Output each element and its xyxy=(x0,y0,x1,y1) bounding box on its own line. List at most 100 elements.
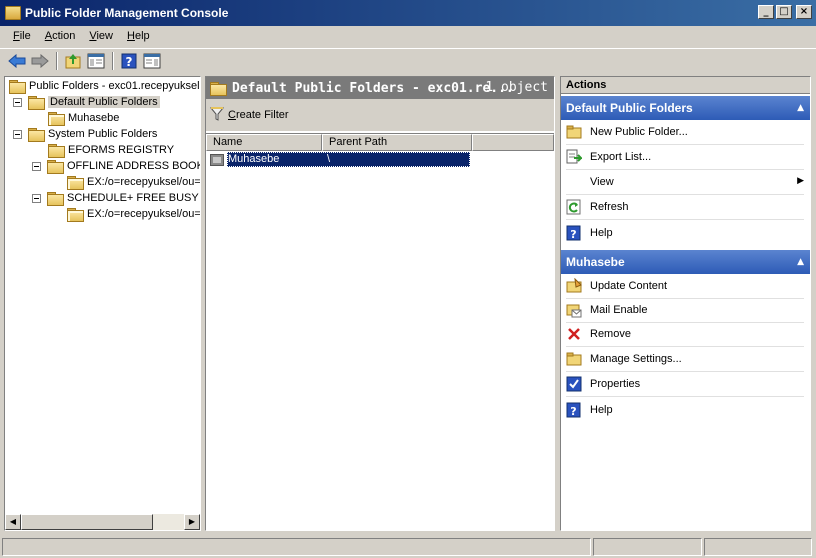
folder-list[interactable]: Name Parent Path Muhasebe \ xyxy=(206,133,554,530)
folder-icon xyxy=(48,143,65,158)
collapse-chevron-icon[interactable]: ▲ xyxy=(797,250,804,274)
action-new-public-folder[interactable]: New Public Folder... xyxy=(566,120,804,145)
action-export-list[interactable]: Export List... xyxy=(566,145,804,170)
show-hide-action-pane-icon[interactable] xyxy=(141,51,163,71)
toolbar-separator xyxy=(112,51,114,70)
public-folder-icon xyxy=(48,111,65,126)
actions-pane: Actions Default Public Folders ▲ New Pub… xyxy=(560,76,811,531)
create-filter-accel: C xyxy=(228,109,236,121)
actions-title: Actions xyxy=(561,77,810,94)
action-view[interactable]: View ▶ xyxy=(566,170,804,195)
properties-icon xyxy=(566,376,582,392)
section-title: Default Public Folders xyxy=(566,101,693,115)
action-remove[interactable]: Remove xyxy=(566,322,804,347)
tree-item-sfb-child[interactable]: EX:/o=recepyuksel/ou= xyxy=(67,206,201,222)
status-cell-3 xyxy=(704,538,812,556)
show-hide-tree-icon[interactable] xyxy=(85,51,107,71)
help-icon: ? xyxy=(566,402,582,418)
folder-icon xyxy=(28,95,45,110)
action-manage-settings[interactable]: Manage Settings... xyxy=(566,347,804,372)
action-label: Help xyxy=(590,226,613,239)
minimize-button[interactable]: _ xyxy=(758,5,774,19)
svg-text:?: ? xyxy=(570,405,576,418)
action-refresh[interactable]: Refresh xyxy=(566,195,804,220)
action-help-muhasebe[interactable]: ? Help xyxy=(566,397,804,422)
refresh-icon xyxy=(566,199,582,215)
action-properties[interactable]: Properties xyxy=(566,372,804,397)
collapse-icon[interactable] xyxy=(32,193,41,203)
collapse-chevron-icon[interactable]: ▲ xyxy=(797,96,804,120)
object-count: 1 object xyxy=(485,80,548,95)
collapse-icon[interactable] xyxy=(13,129,22,139)
tree-label: OFFLINE ADDRESS BOOK xyxy=(67,160,201,172)
column-header-name[interactable]: Name xyxy=(206,134,322,151)
action-mail-enable[interactable]: Mail Enable xyxy=(566,298,804,323)
horizontal-scrollbar[interactable]: ◀ ▶ xyxy=(5,514,200,530)
result-pane: Default Public Folders - exc01.re... 1 o… xyxy=(205,76,555,531)
status-bar xyxy=(0,536,816,558)
menu-file[interactable]: File xyxy=(6,30,38,42)
status-cell-2 xyxy=(592,538,703,556)
collapse-icon[interactable] xyxy=(32,161,41,171)
folder-icon xyxy=(47,191,64,206)
scroll-thumb[interactable] xyxy=(21,514,153,530)
window-title: Public Folder Management Console xyxy=(25,6,229,20)
menu-action-rest: ction xyxy=(52,30,76,42)
section-muhasebe[interactable]: Muhasebe ▲ xyxy=(561,250,810,274)
collapse-icon[interactable] xyxy=(13,97,22,107)
menu-action-accel: A xyxy=(44,30,53,42)
close-button[interactable]: × xyxy=(796,5,812,19)
result-pane-title: Default Public Folders - exc01.re... xyxy=(232,80,514,96)
action-label: Update Content xyxy=(590,280,668,292)
create-filter-rest: reate Filter xyxy=(235,109,289,121)
tree-item-eforms-registry[interactable]: EFORMS REGISTRY xyxy=(48,142,174,158)
action-label: View xyxy=(590,176,614,188)
action-label: Export List... xyxy=(590,151,652,163)
title-bar: Public Folder Management Console _ □ × xyxy=(0,0,816,26)
up-folder-icon[interactable] xyxy=(62,51,84,71)
back-arrow-icon[interactable] xyxy=(6,51,28,71)
scroll-right-icon[interactable]: ▶ xyxy=(184,514,200,530)
tree-item-schedule-free-busy[interactable]: SCHEDULE+ FREE BUSY xyxy=(32,190,199,206)
action-label: New Public Folder... xyxy=(590,126,688,138)
tree-label: Muhasebe xyxy=(68,112,120,124)
menu-action[interactable]: Action xyxy=(38,30,83,42)
mail-enable-icon xyxy=(566,302,582,318)
tree-item-system-public-folders[interactable]: System Public Folders xyxy=(13,126,157,142)
row-selected-cells[interactable]: Muhasebe \ xyxy=(227,152,470,167)
result-pane-header: Default Public Folders - exc01.re... 1 o… xyxy=(206,77,554,99)
action-update-content[interactable]: Update Content xyxy=(566,274,804,299)
svg-text:?: ? xyxy=(126,55,133,69)
tree-item-root[interactable]: Public Folders - exc01.recepyuksel. xyxy=(9,78,201,94)
table-row[interactable]: Muhasebe \ xyxy=(210,152,470,167)
tree-pane[interactable]: Public Folders - exc01.recepyuksel. Defa… xyxy=(4,76,201,531)
scroll-left-icon[interactable]: ◀ xyxy=(5,514,21,530)
create-filter-button[interactable]: Create Filter xyxy=(228,109,289,121)
toolbar: ? xyxy=(0,48,816,72)
forward-arrow-icon[interactable] xyxy=(29,51,51,71)
update-content-icon xyxy=(566,278,582,294)
help-icon[interactable]: ? xyxy=(118,51,140,71)
maximize-button[interactable]: □ xyxy=(776,5,792,19)
column-header-parent-path[interactable]: Parent Path xyxy=(322,134,472,151)
tree-label: Default Public Folders xyxy=(48,96,160,108)
tree-label: Public Folders - exc01.recepyuksel. xyxy=(29,80,201,92)
tree-label: EX:/o=recepyuksel/ou= xyxy=(87,208,201,220)
menu-view[interactable]: View xyxy=(82,30,120,42)
status-cell-main xyxy=(2,538,591,556)
folder-icon xyxy=(210,81,227,96)
section-default-public-folders[interactable]: Default Public Folders ▲ xyxy=(561,96,810,120)
tree-item-default-public-folders[interactable]: Default Public Folders xyxy=(13,94,160,110)
blank-icon xyxy=(566,174,582,190)
public-folder-icon xyxy=(67,175,84,190)
window-controls: _ □ × xyxy=(758,5,812,19)
tree-item-oab-child[interactable]: EX:/o=recepyuksel/ou= xyxy=(67,174,200,190)
tree-item-muhasebe[interactable]: Muhasebe xyxy=(48,110,119,126)
scroll-track[interactable] xyxy=(153,514,184,530)
action-help[interactable]: ? Help xyxy=(566,220,804,245)
tree-item-offline-address-book[interactable]: OFFLINE ADDRESS BOOK xyxy=(32,158,201,174)
cell-parent-path: \ xyxy=(327,153,331,165)
menu-help[interactable]: Help xyxy=(120,30,157,42)
cell-name: Muhasebe xyxy=(228,153,280,165)
tree-label: System Public Folders xyxy=(48,128,158,140)
